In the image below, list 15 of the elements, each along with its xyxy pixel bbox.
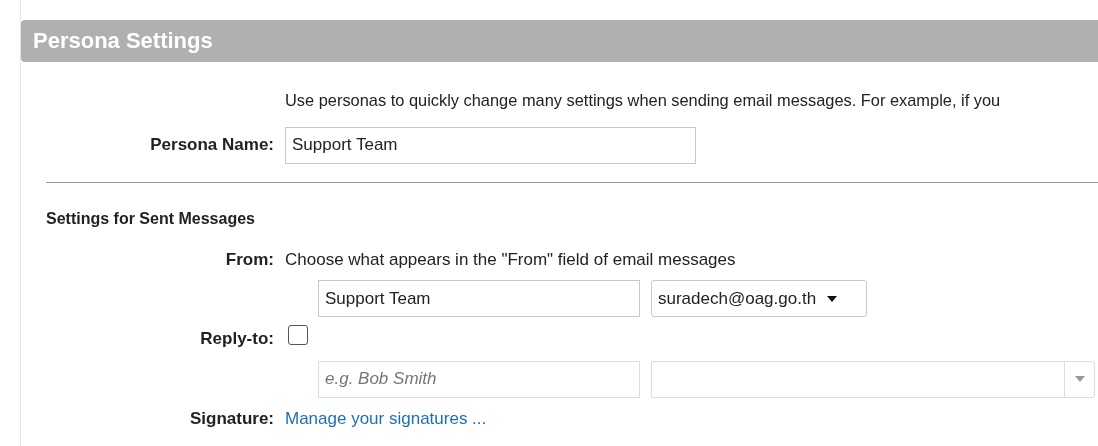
panel-title: Persona Settings [21, 20, 1098, 62]
caret-icon [826, 294, 839, 303]
field-label: From: [224, 248, 274, 271]
section-heading: Settings for Sent Messages [46, 208, 256, 229]
field-label: Persona Name: [149, 134, 274, 157]
reply-to-checkbox[interactable] [288, 325, 308, 346]
description-text: Use personas to quickly change many settings when sending email messages. For example, if you [285, 90, 1002, 111]
field-label: Reply-to: [199, 328, 274, 351]
from-name-field[interactable]: Support Team [318, 280, 640, 318]
signatures-link[interactable]: Manage your signatures ... [285, 408, 487, 428]
caret-icon [1073, 375, 1086, 384]
field-label: Signature: [188, 407, 274, 430]
persona-name-field[interactable]: Support Team [285, 126, 696, 164]
address-dropdown[interactable]: suradech@oag.go.th [651, 280, 867, 318]
from-hint-text: Choose what appears in the "From" field of email messages [285, 248, 737, 271]
